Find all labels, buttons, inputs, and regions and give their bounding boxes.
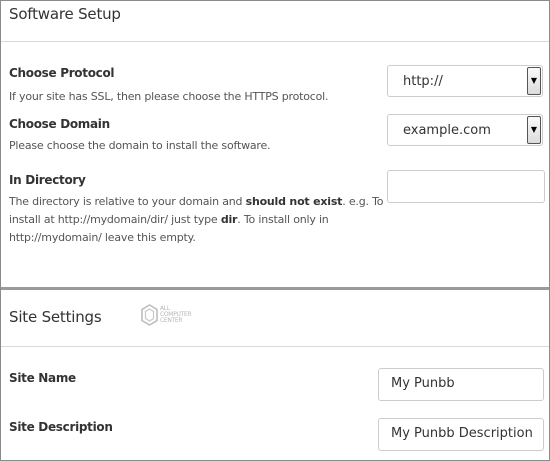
section-divider [1,346,549,347]
section-divider [1,41,549,42]
chevron-down-icon[interactable]: ▼ [527,116,541,144]
in-directory-label: In Directory [9,173,86,187]
choose-domain-help: Please choose the domain to install the … [9,139,271,152]
logo-text: CENTER [160,317,183,324]
site-description-label: Site Description [9,420,113,434]
site-description-input[interactable]: My Punbb Description [378,418,544,451]
all-computer-center-logo: ALL COMPUTER CENTER [141,304,203,326]
directory-help-emphasis: dir [220,213,238,226]
choose-protocol-label: Choose Protocol [9,66,115,80]
install-form-panel: Software Setup Choose Protocol If your s… [0,0,550,461]
logo-hexagon-icon [141,304,158,326]
protocol-select[interactable]: http:// ▼ [387,65,543,97]
directory-help-emphasis: should not exist [245,195,343,208]
site-name-label: Site Name [9,371,76,385]
section-separator [1,287,549,290]
site-settings-title: Site Settings [9,308,102,326]
directory-help-text: The directory is relative to your domain… [9,195,246,208]
directory-input[interactable] [387,170,545,203]
choose-domain-label: Choose Domain [9,117,110,131]
software-setup-title: Software Setup [9,5,121,23]
protocol-select-value: http:// [403,74,443,89]
site-name-input[interactable]: My Punbb [378,368,544,401]
in-directory-help: The directory is relative to your domain… [9,193,389,247]
chevron-down-icon[interactable]: ▼ [527,67,541,95]
choose-protocol-help: If your site has SSL, then please choose… [9,90,329,103]
domain-select-value: example.com [403,123,491,138]
domain-select[interactable]: example.com ▼ [387,114,543,146]
